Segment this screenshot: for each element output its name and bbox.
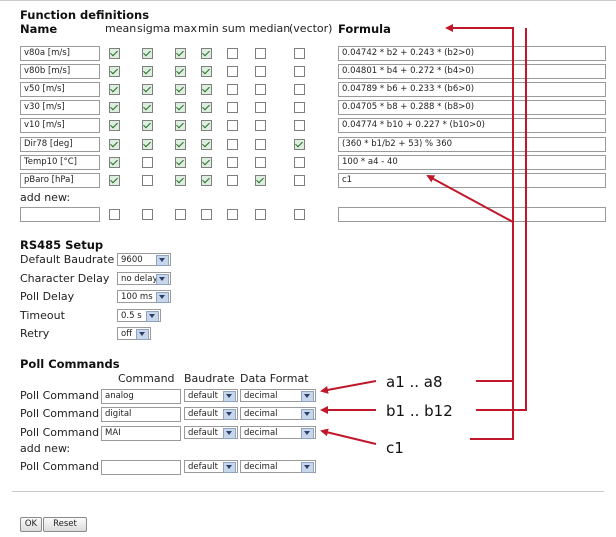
arrow-to-mai <box>320 428 377 445</box>
bracket-c-to-formula <box>426 175 514 440</box>
annotation-arrows <box>320 24 527 445</box>
arrow-to-analog <box>320 380 377 394</box>
bracket-b-to-formula-top <box>476 28 527 411</box>
